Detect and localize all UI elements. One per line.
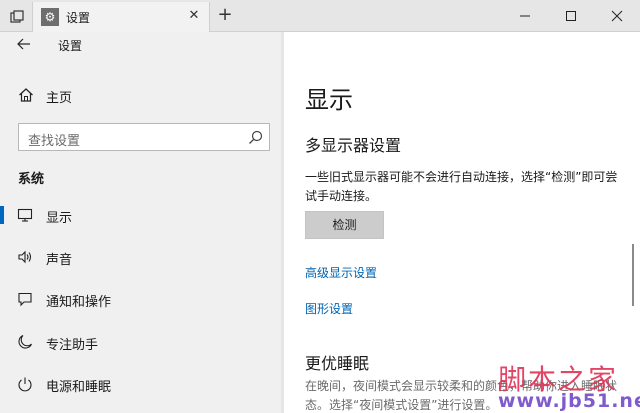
search-input[interactable]: 查找设置 [18, 123, 270, 151]
gear-icon: ⚙ [41, 8, 59, 26]
tab-title: 设置 [66, 11, 91, 25]
sidebar-item-label: 专注助手 [46, 338, 99, 353]
section-title-system: 系统 [18, 172, 45, 187]
sidebar-item-display[interactable]: 显示 [0, 200, 284, 230]
minimize-button[interactable] [502, 0, 548, 32]
monitor-icon [17, 208, 33, 222]
multi-display-description: 一些旧式显示器可能不会进行自动连接，选择“检测”即可尝试手动连接。 [305, 170, 618, 203]
sidebar: 设置 主页 查找设置 系统 显示 声音 通知和操作 专注助手 电源和睡眠 [0, 32, 284, 413]
tab-close-icon[interactable]: ✕ [185, 7, 203, 25]
maximize-button[interactable] [548, 0, 594, 32]
back-label: 设置 [58, 39, 83, 53]
sidebar-item-label: 显示 [46, 211, 73, 226]
home-label: 主页 [46, 91, 73, 106]
home-icon [19, 88, 33, 102]
settings-tab[interactable]: ⚙ 设置 ✕ [32, 2, 210, 32]
close-window-button[interactable] [594, 0, 640, 32]
sidebar-item-sound[interactable]: 声音 [0, 242, 284, 272]
sidebar-item-home[interactable]: 主页 [0, 82, 284, 108]
new-tab-plus-icon[interactable]: + [214, 5, 236, 27]
main-content: 显示 多显示器设置 一些旧式显示器可能不会进行自动连接，选择“检测”即可尝试手动… [284, 32, 640, 413]
speaker-icon [18, 250, 32, 264]
power-icon [18, 377, 32, 392]
task-view-icon[interactable] [6, 6, 28, 28]
back-arrow-icon [17, 38, 30, 50]
graphics-settings-link[interactable]: 图形设置 [305, 300, 353, 317]
close-icon [611, 10, 623, 22]
sidebar-item-label: 电源和睡眠 [46, 380, 112, 395]
moon-icon [18, 334, 33, 349]
back-button[interactable]: 设置 [0, 32, 284, 58]
multi-display-heading: 多显示器设置 [305, 136, 402, 155]
sleep-description: 在晚间，夜间模式会显示较柔和的颜色，帮助你进入睡眠状态。选择“夜间模式设置”进行… [305, 379, 618, 412]
advanced-display-settings-link[interactable]: 高级显示设置 [305, 264, 377, 281]
title-bar: ⚙ 设置 ✕ + [0, 0, 640, 32]
search-placeholder: 查找设置 [28, 134, 81, 149]
sidebar-item-notifications[interactable]: 通知和操作 [0, 284, 284, 314]
sleep-heading: 更优睡眠 [305, 354, 370, 373]
notification-icon [18, 292, 32, 307]
sidebar-item-label: 通知和操作 [46, 295, 112, 310]
detect-button[interactable]: 检测 [305, 211, 384, 239]
maximize-icon [566, 11, 576, 21]
page-title: 显示 [305, 86, 353, 114]
sidebar-item-focus-assist[interactable]: 专注助手 [0, 327, 284, 357]
minimize-icon [520, 15, 530, 17]
sidebar-item-label: 声音 [46, 253, 73, 268]
main-scrollbar[interactable] [632, 244, 634, 306]
search-icon[interactable] [248, 130, 263, 145]
sidebar-item-power[interactable]: 电源和睡眠 [0, 369, 284, 399]
